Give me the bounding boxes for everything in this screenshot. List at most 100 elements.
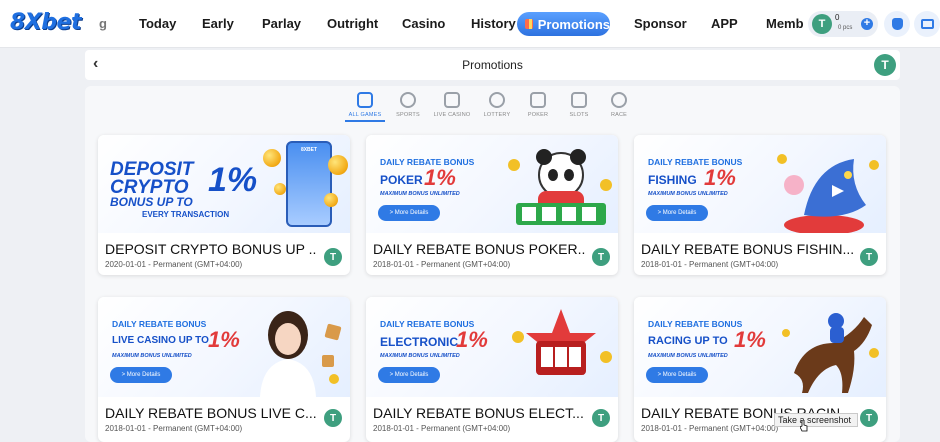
category-label: SPORTS — [396, 112, 420, 118]
banner-max: MAXIMUM BONUS UNLIMITED — [112, 353, 192, 359]
banner-game: ELECTRONIC — [380, 335, 458, 349]
nav-item-truncated[interactable]: g — [99, 16, 107, 31]
banner-percent: 1% — [424, 165, 456, 190]
promo-date: 2018-01-01 - Permanent (GMT+04:00) — [641, 424, 779, 433]
category-tab-slots[interactable]: SLOTS — [557, 92, 601, 118]
promo-banner: DAILY REBATE BONUS POKER 1% MAXIMUM BONU… — [366, 135, 618, 233]
more-details-button[interactable]: > More Details — [110, 367, 172, 383]
nav-item-member[interactable]: Memb — [766, 16, 804, 31]
banner-line: EVERY TRANSACTION — [142, 210, 230, 219]
balance-value: 0 — [835, 13, 840, 22]
banner-game: FISHING — [648, 173, 697, 187]
category-tab-poker[interactable]: POKER — [516, 92, 560, 118]
banner-heading: DAILY REBATE BONUS — [648, 319, 743, 329]
card-icon — [444, 92, 460, 108]
banner-max: MAXIMUM BONUS UNLIMITED — [648, 353, 728, 359]
site-logo[interactable]: 8Xbet — [10, 10, 81, 35]
wallet-button[interactable] — [884, 11, 910, 37]
nav-item-history[interactable]: History — [471, 16, 516, 31]
promo-banner: DAILY REBATE BONUS RACING UP TO 1% MAXIM… — [634, 297, 886, 397]
coin-icon — [263, 149, 281, 167]
banner-percent: 1% — [734, 327, 766, 352]
grid-icon — [357, 92, 373, 108]
banner-percent: 1% — [208, 161, 258, 199]
promo-avatar: T — [592, 409, 610, 427]
category-label: ALL GAMES — [348, 112, 382, 118]
more-details-button[interactable]: > More Details — [646, 367, 708, 383]
category-label: SLOTS — [569, 112, 589, 118]
banner-max: MAXIMUM BONUS UNLIMITED — [648, 191, 728, 197]
ball-icon — [400, 92, 416, 108]
banner-percent: 1% — [704, 165, 736, 190]
coin-icon — [328, 155, 348, 175]
more-details-button[interactable]: > More Details — [378, 367, 440, 383]
promo-date: 2018-01-01 - Permanent (GMT+04:00) — [373, 424, 511, 433]
money-bag-icon — [891, 18, 903, 30]
promo-title: DAILY REBATE BONUS FISHIN... — [641, 241, 853, 257]
nav-item-early[interactable]: Early — [202, 16, 234, 31]
header-avatar[interactable]: T — [874, 54, 896, 76]
top-nav-bar: 8Xbet g Today Early Parlay Outright Casi… — [0, 0, 940, 48]
nav-item-parlay[interactable]: Parlay — [262, 16, 301, 31]
banner-game: LIVE CASINO UP TO — [112, 335, 209, 346]
promo-card-deposit-crypto[interactable]: DEPOSIT CRYPTO BONUS UP TO 1% EVERY TRAN… — [98, 135, 350, 275]
slots-icon — [571, 92, 587, 108]
category-label: POKER — [527, 112, 549, 118]
screenshot-tooltip: Take a screenshot — [774, 413, 858, 427]
deposit-plus-button[interactable]: + — [861, 18, 873, 30]
more-details-button[interactable]: > More Details — [646, 205, 708, 221]
page-title: Promotions — [462, 58, 523, 72]
hand-cursor-icon — [800, 420, 808, 432]
phone-illustration: 8XBET — [286, 141, 332, 227]
category-tab-lottery[interactable]: LOTTERY — [475, 92, 519, 118]
promo-banner: DAILY REBATE BONUS LIVE CASINO UP TO 1% … — [98, 297, 350, 397]
promo-title: DEPOSIT CRYPTO BONUS UP ... — [105, 241, 317, 257]
promotions-header: ‹ Promotions T — [85, 50, 900, 80]
nav-item-app[interactable]: APP — [711, 16, 738, 31]
promo-banner: DAILY REBATE BONUS ELECTRONIC 1% MAXIMUM… — [366, 297, 618, 397]
category-label: RACE — [610, 112, 628, 118]
nav-item-sponsor[interactable]: Sponsor — [634, 16, 687, 31]
banner-game: RACING UP TO — [648, 335, 728, 347]
panda-illustration — [508, 149, 612, 225]
promo-card-poker[interactable]: DAILY REBATE BONUS POKER 1% MAXIMUM BONU… — [366, 135, 618, 275]
banner-heading: DAILY REBATE BONUS — [112, 319, 207, 329]
card-button[interactable] — [914, 11, 940, 37]
more-details-button[interactable]: > More Details — [378, 205, 440, 221]
promo-card-electronic[interactable]: DAILY REBATE BONUS ELECTRONIC 1% MAXIMUM… — [366, 297, 618, 442]
horse-icon — [611, 92, 627, 108]
category-tab-live-casino[interactable]: LIVE CASINO — [430, 92, 474, 118]
banner-line: BONUS UP TO — [110, 195, 193, 209]
active-tab-indicator — [345, 120, 385, 122]
category-tab-sports[interactable]: SPORTS — [386, 92, 430, 118]
category-label: LIVE CASINO — [433, 112, 471, 118]
promo-card-fishing[interactable]: DAILY REBATE BONUS FISHING 1% MAXIMUM BO… — [634, 135, 886, 275]
promo-avatar: T — [324, 248, 342, 266]
promo-card-live-casino[interactable]: DAILY REBATE BONUS LIVE CASINO UP TO 1% … — [98, 297, 350, 442]
gift-icon — [525, 19, 533, 29]
promo-date: 2018-01-01 - Permanent (GMT+04:00) — [105, 424, 243, 433]
nav-item-casino[interactable]: Casino — [402, 16, 445, 31]
banner-percent: 1% — [208, 327, 240, 352]
poker-icon — [530, 92, 546, 108]
slot-machine-illustration — [512, 309, 612, 375]
nav-item-today[interactable]: Today — [139, 16, 176, 31]
promo-title: DAILY REBATE BONUS POKER... — [373, 241, 585, 257]
category-label: LOTTERY — [483, 112, 511, 118]
nav-item-outright[interactable]: Outright — [327, 16, 378, 31]
credit-card-icon — [920, 19, 934, 29]
category-tab-all-games[interactable]: ALL GAMES — [343, 92, 387, 118]
shark-illustration — [777, 154, 879, 233]
phone-brand: 8XBET — [300, 147, 318, 153]
user-balance-pill[interactable]: T 0 0 pcs + — [808, 11, 878, 37]
user-avatar: T — [812, 14, 832, 34]
promo-banner: DEPOSIT CRYPTO BONUS UP TO 1% EVERY TRAN… — [98, 135, 350, 233]
promo-avatar: T — [592, 248, 610, 266]
nav-item-promotions[interactable]: Promotions — [517, 12, 610, 36]
coin-icon — [274, 183, 286, 195]
lottery-icon — [489, 92, 505, 108]
horse-illustration — [782, 313, 879, 393]
promo-title: DAILY REBATE BONUS ELECT... — [373, 405, 584, 421]
promo-date: 2018-01-01 - Permanent (GMT+04:00) — [373, 260, 511, 269]
category-tab-race[interactable]: RACE — [597, 92, 641, 118]
